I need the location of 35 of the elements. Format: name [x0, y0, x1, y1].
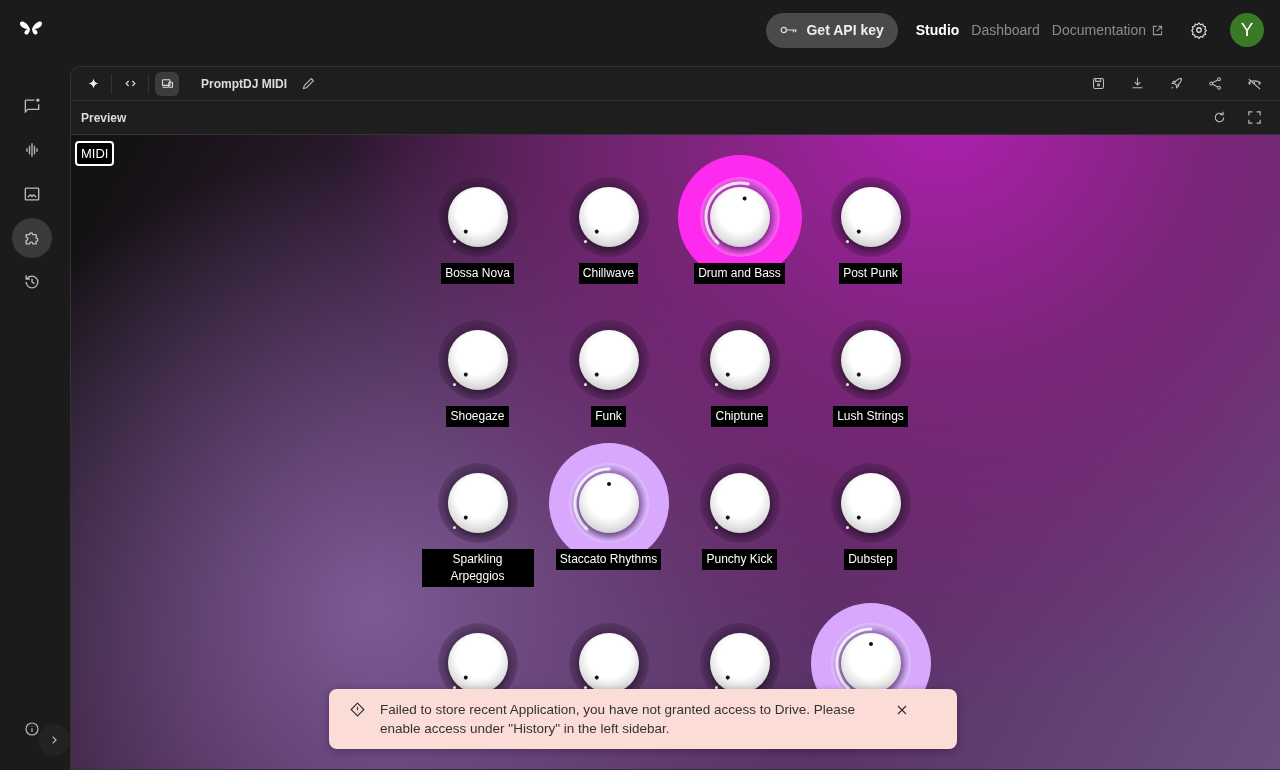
get-api-key-button[interactable]: Get API key — [766, 12, 898, 48]
pencil-icon[interactable] — [300, 75, 317, 92]
sidebar-item[interactable] — [12, 218, 52, 258]
knob-label: Chiptune — [711, 406, 768, 427]
chat-icon — [22, 96, 42, 116]
fullscreen-icon[interactable] — [1246, 109, 1263, 126]
nav-link[interactable]: Dashboard — [971, 22, 1040, 38]
midi-badge[interactable]: MIDI — [75, 141, 115, 166]
devices-icon — [159, 76, 175, 91]
knob-label: Punchy Kick — [702, 549, 777, 570]
sparkle-icon — [85, 76, 101, 91]
knob-label: Chillwave — [578, 263, 639, 284]
knob-label: Staccato Rhythms — [555, 549, 662, 570]
knob-label: Funk — [591, 406, 626, 427]
warning-icon — [349, 701, 366, 718]
toast-message: Failed to store recent Application, you have not granted access to Drive. Please enable access under "History" in the left sidebar. — [380, 701, 857, 738]
user-avatar[interactable]: Y — [1230, 13, 1264, 47]
rocket-icon[interactable] — [1168, 75, 1185, 92]
knob-label: Lush Strings — [833, 406, 908, 427]
knob-label: Bossa Nova — [441, 263, 514, 284]
knob-label: Dubstep — [844, 549, 897, 570]
info-icon[interactable] — [23, 720, 41, 738]
app-name: PromptDJ MIDI — [201, 76, 287, 91]
preview-title: Preview — [81, 110, 127, 125]
knob-label: Drum and Bass — [694, 263, 785, 284]
knob-label: Shoegaze — [446, 406, 509, 427]
share-icon[interactable] — [1207, 75, 1224, 92]
knob-label: Post Punk — [839, 263, 902, 284]
settings-icon[interactable] — [1190, 21, 1208, 39]
mode-button[interactable] — [155, 71, 179, 96]
save-icon[interactable] — [1090, 75, 1107, 92]
nav-link[interactable]: Studio — [915, 22, 960, 38]
knob-label: Sparkling Arpeggios — [421, 549, 534, 587]
key-icon — [780, 25, 799, 35]
nav-link[interactable]: Documentation — [1051, 22, 1164, 38]
